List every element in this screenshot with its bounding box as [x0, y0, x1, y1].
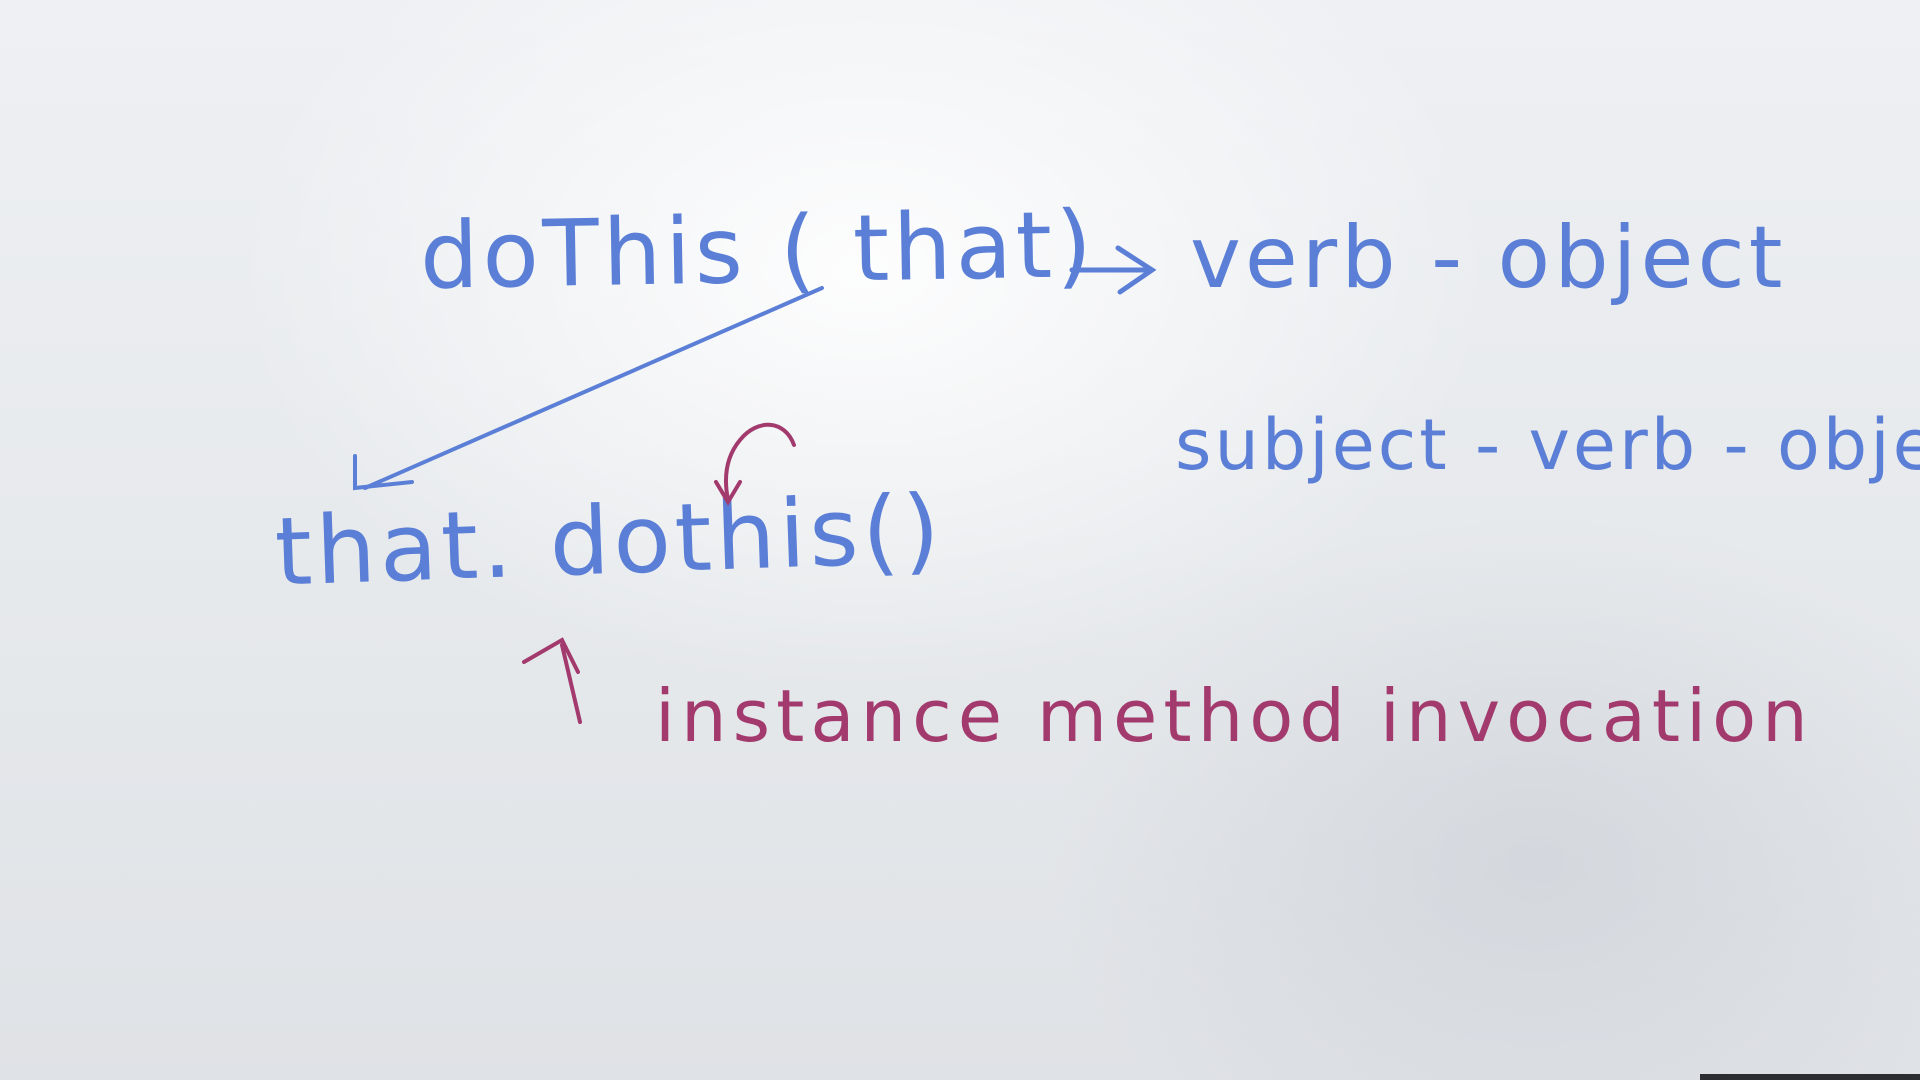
verb-object-label: verb - object	[1190, 208, 1787, 308]
up-arrow-icon	[522, 637, 582, 724]
subject-verb-object-label: subject - verb - object	[1175, 404, 1920, 486]
instance-method-invocation-label: instance method invocation	[655, 674, 1814, 758]
down-left-arrow-icon	[353, 286, 824, 491]
that-dothis-expression: that. dothis()	[273, 475, 946, 608]
board-frame-edge	[1700, 1074, 1920, 1080]
whiteboard: doThis ( that) verb - object subject - v…	[0, 0, 1920, 1080]
dothis-that-expression: doThis ( that)	[419, 191, 1097, 310]
